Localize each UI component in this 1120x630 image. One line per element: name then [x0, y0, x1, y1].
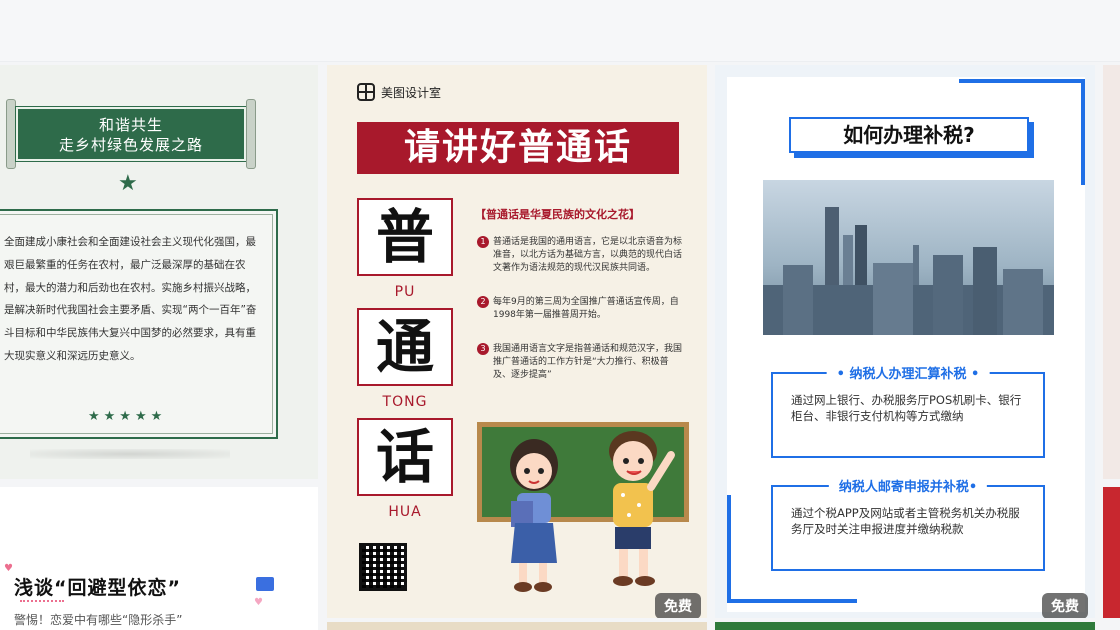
point-3: 3 我国通用语言文字是指普通话和规范汉字，我国推广普通话的工作方针是“大力推行、…	[477, 343, 683, 382]
point-1: 1 普通话是我国的通用语言，它是以北京语音为标准音，以北方话为基础方言，以典范的…	[477, 236, 683, 275]
info-box-mail: 纳税人邮寄申报并补税• 通过个税APP及网站或者主管税务机关办税服务厅及时关注申…	[771, 476, 1045, 571]
free-badge: 免费	[1042, 593, 1088, 618]
point-text: 每年9月的第三周为全国推广普通话宣传周，自1998年第一届推普周开始。	[493, 297, 679, 320]
meitu-logo-icon	[357, 83, 375, 101]
pinyin-pu: PU	[394, 284, 416, 300]
template-card-partial[interactable]	[1103, 65, 1120, 479]
info-box-online: • 纳税人办理汇算补税 • 通过网上银行、办税服务厅POS机刷卡、银行柜台、非银…	[771, 363, 1045, 458]
scroll-line-1: 和谐共生	[98, 116, 163, 134]
point-text: 普通话是我国的通用语言，它是以北京语音为标准音，以北方话为基础方言，以典范的现代…	[493, 237, 683, 273]
text-frame: 全面建成小康社会和全面建设社会主义现代化强国，最艰巨最繁重的任务在农村，最广泛最…	[0, 209, 278, 439]
point-text: 我国通用语言文字是指普通话和规范汉字，我国推广普通话的工作方针是“大力推行、积极…	[493, 344, 683, 380]
frame-shadow	[30, 449, 230, 459]
blue-frame-right	[1081, 79, 1085, 185]
heart-icon: ♥	[4, 563, 13, 574]
point-number: 1	[477, 236, 489, 248]
paragraph: 全面建成小康社会和全面建设社会主义现代化强国，最艰巨最繁重的任务在农村，最广泛最…	[4, 236, 257, 362]
city-skyline-photo	[763, 180, 1054, 335]
template-card-tax[interactable]: 如何办理补税? • 纳税人办理汇算补税 • 通过网上银行、办税服务厅POS机刷卡…	[715, 65, 1095, 618]
poster-title: 如何办理补税?	[789, 117, 1029, 153]
box-body: 通过个税APP及网站或者主管税务机关办税服务厅及时关注申报进度并缴纳税款	[791, 506, 1020, 536]
point-2: 2 每年9月的第三周为全国推广普通话宣传周，自1998年第一届推普周开始。	[477, 296, 683, 322]
pinyin-hua: HUA	[388, 504, 422, 520]
card-title: 浅谈“回避型依恋”	[14, 577, 181, 599]
blue-frame-bottom	[727, 599, 857, 603]
template-card-strip-green[interactable]	[715, 622, 1095, 630]
template-card-avoidant-attachment[interactable]: ♥ 浅谈“回避型依恋” ♥ 警惕！恋爱中有哪些“隐形杀手”	[0, 487, 318, 630]
scroll-banner: 和谐共生 走乡村绿色发展之路	[6, 99, 256, 169]
free-badge: 免费	[655, 593, 701, 618]
five-stars-icon: ★★★★★	[88, 409, 167, 424]
card-subtitle: 警惕！恋爱中有哪些“隐形杀手”	[14, 613, 183, 627]
pinyin-tong: TONG	[382, 394, 428, 410]
box-body: 通过网上银行、办税服务厅POS机刷卡、银行柜台、非银行支付机构等方式缴纳	[791, 393, 1022, 423]
scroll-rod-right	[246, 99, 256, 169]
template-card-strip[interactable]	[327, 622, 707, 630]
point-number: 3	[477, 343, 489, 355]
heart-small-icon: ♥	[254, 597, 263, 608]
star-icon: ★	[118, 171, 138, 196]
section-title: 【普通话是华夏民族的文化之花】	[475, 208, 640, 221]
blue-frame-left	[727, 495, 731, 603]
poster-title: 请讲好普通话	[357, 122, 679, 174]
point-number: 2	[477, 296, 489, 308]
girl-illustration	[510, 439, 558, 592]
chat-bubble-icon	[256, 577, 274, 591]
big-char-pu: 普	[357, 198, 453, 276]
blue-frame-top	[959, 79, 1085, 83]
box-title: 纳税人邮寄申报并补税•	[828, 476, 988, 495]
scroll-body: 和谐共生 走乡村绿色发展之路	[15, 106, 247, 162]
scroll-rod-left	[6, 99, 16, 169]
template-card-mandarin[interactable]: 美图设计室 请讲好普通话 普 PU 通 TONG 话 HUA 【普通话是华夏民族…	[327, 65, 707, 618]
template-card-partial-red[interactable]	[1103, 487, 1120, 618]
brand-name: 美图设计室	[381, 85, 442, 100]
boy-illustration	[609, 431, 675, 586]
big-char-hua: 话	[357, 418, 453, 496]
dotted-underline	[20, 599, 64, 602]
big-char-tong: 通	[357, 308, 453, 386]
qr-code	[359, 543, 407, 591]
box-title: • 纳税人办理汇算补税 •	[826, 363, 990, 382]
scroll-line-2: 走乡村绿色发展之路	[58, 136, 203, 154]
top-bar	[0, 0, 1120, 62]
template-card-rural-harmony[interactable]: 和谐共生 走乡村绿色发展之路 ★ 全面建成小康社会和全面建设社会主义现代化强国，…	[0, 65, 318, 479]
brand: 美图设计室	[357, 83, 441, 101]
